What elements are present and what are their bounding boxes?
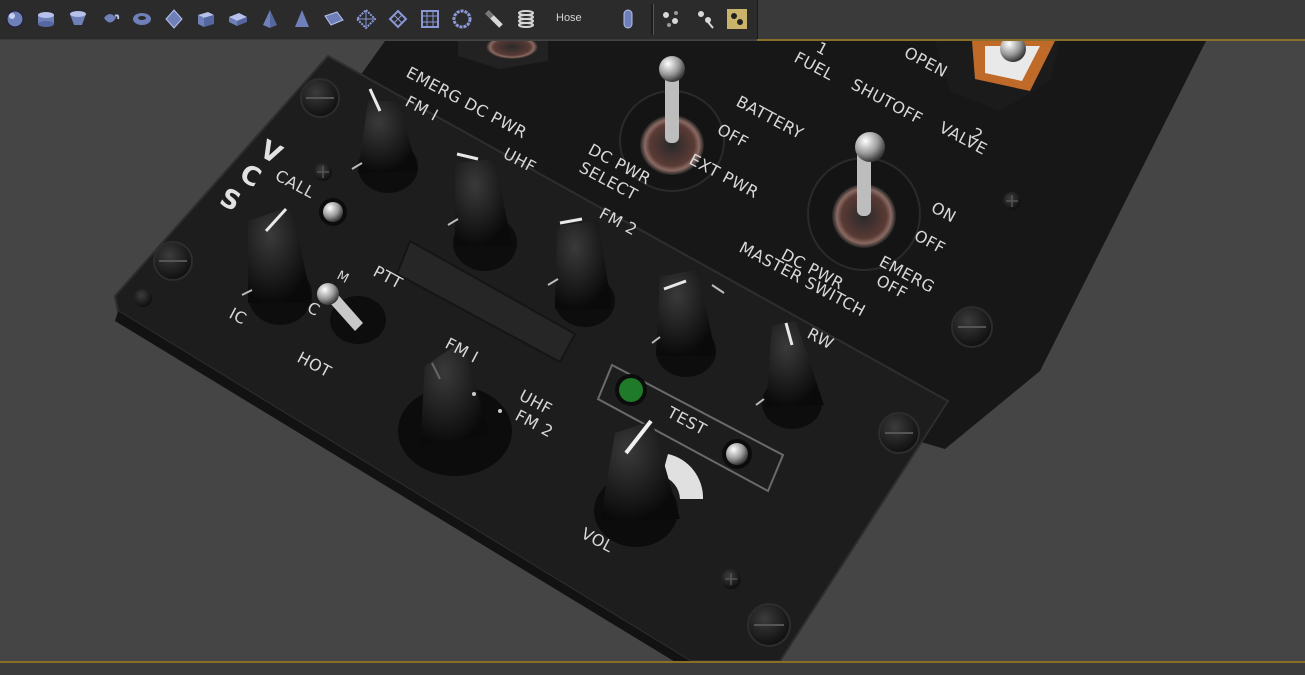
particle-select-icon[interactable] xyxy=(723,5,751,33)
sphere-icon[interactable] xyxy=(1,5,29,33)
geosphere-icon[interactable] xyxy=(160,5,188,33)
diamond-grid-icon[interactable] xyxy=(384,5,412,33)
ring-icon[interactable] xyxy=(448,5,476,33)
cone-icon[interactable] xyxy=(64,5,92,33)
tetra-cone-icon[interactable] xyxy=(288,5,316,33)
hose-label[interactable]: Hose xyxy=(556,12,582,24)
cylinder-icon[interactable] xyxy=(32,5,60,33)
call-button[interactable] xyxy=(323,202,343,222)
plane-icon[interactable] xyxy=(320,5,348,33)
chamfer-box-icon[interactable] xyxy=(224,5,252,33)
particle-spray-icon[interactable] xyxy=(691,5,719,33)
particle-icon[interactable] xyxy=(657,5,685,33)
cockpit-render: EMERG DC PWR BATTERY OFF EXT PWR DC PWR … xyxy=(113,41,1206,661)
toolbar: Hose xyxy=(0,0,1305,41)
capsule-icon[interactable] xyxy=(614,5,642,33)
toolbar-separator xyxy=(651,4,654,35)
create-toolbar: Hose xyxy=(0,0,758,39)
torus-icon[interactable] xyxy=(128,5,156,33)
status-bar xyxy=(0,661,1305,675)
3d-viewport[interactable]: EMERG DC PWR BATTERY OFF EXT PWR DC PWR … xyxy=(0,41,1305,661)
grid-icon[interactable] xyxy=(416,5,444,33)
grid-plane-icon[interactable] xyxy=(352,5,380,33)
status-indicator-light xyxy=(619,378,643,402)
box-icon[interactable] xyxy=(192,5,220,33)
test-button[interactable] xyxy=(726,443,748,465)
teapot-icon[interactable] xyxy=(96,5,124,33)
tube-tool-icon[interactable] xyxy=(480,5,508,33)
spring-icon[interactable] xyxy=(512,5,540,33)
pyramid-icon[interactable] xyxy=(256,5,284,33)
